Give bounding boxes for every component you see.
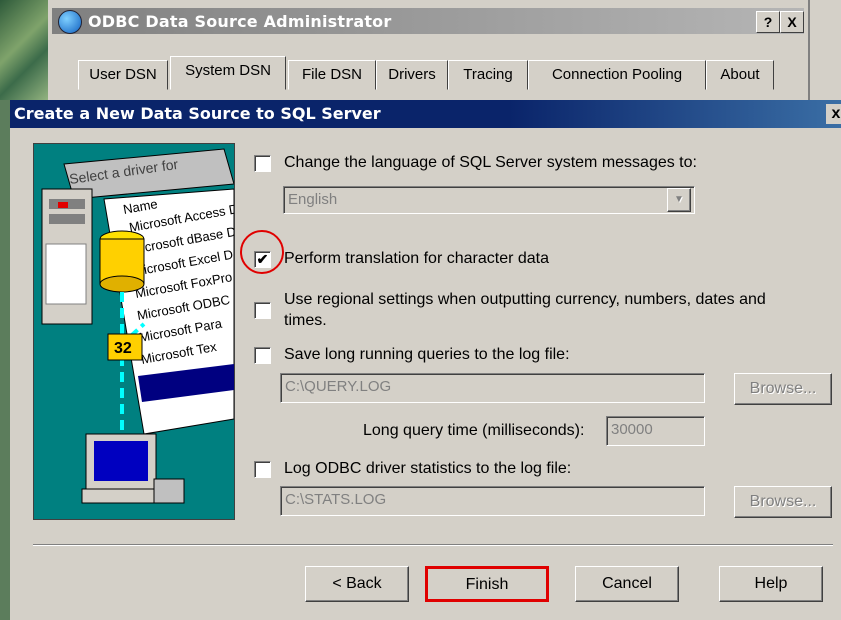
change-language-label: Change the language of SQL Server system…: [284, 154, 697, 171]
tab-system-dsn[interactable]: System DSN: [170, 56, 286, 90]
tab-user-dsn[interactable]: User DSN: [78, 60, 168, 90]
regional-settings-label-line2: times.: [284, 312, 327, 329]
back-button[interactable]: < Back: [305, 566, 409, 602]
tab-tracing[interactable]: Tracing: [448, 60, 528, 90]
change-language-checkbox[interactable]: [254, 155, 271, 172]
wizard-illustration-graphic: Select a driver for Name Microsoft Acces…: [41, 148, 234, 504]
long-query-time-label: Long query time (milliseconds):: [363, 422, 585, 439]
log-stats-checkbox[interactable]: [254, 461, 271, 478]
tab-file-dsn[interactable]: File DSN: [288, 60, 376, 90]
language-select[interactable]: English: [283, 186, 695, 214]
help-button-dialog[interactable]: Help: [719, 566, 823, 602]
save-long-queries-label: Save long running queries to the log fil…: [284, 346, 570, 363]
perform-translation-label: Perform translation for character data: [284, 250, 550, 267]
odbc-globe-icon: [58, 10, 82, 34]
regional-settings-checkbox[interactable]: [254, 302, 271, 319]
language-value: English: [288, 191, 338, 208]
dialog-title: Create a New Data Source to SQL Server: [14, 104, 381, 123]
perform-translation-checkbox[interactable]: ✔: [254, 251, 271, 268]
wizard-illustration: Select a driver for Name Microsoft Acces…: [33, 143, 235, 520]
tab-about[interactable]: About: [706, 60, 774, 90]
query-log-path-input[interactable]: C:\QUERY.LOG: [280, 373, 705, 403]
tab-connection-pooling[interactable]: Connection Pooling: [528, 60, 706, 90]
badge-32: 32: [114, 340, 132, 357]
chevron-down-icon[interactable]: ▼: [667, 188, 691, 212]
odbc-admin-title: ODBC Data Source Administrator: [88, 12, 392, 31]
help-button[interactable]: ?: [756, 11, 780, 33]
long-query-time-input[interactable]: 30000: [606, 416, 705, 446]
log-stats-label: Log ODBC driver statistics to the log fi…: [284, 460, 572, 477]
desktop-background-strip: [0, 100, 10, 620]
finish-button[interactable]: Finish: [425, 566, 549, 602]
cancel-button[interactable]: Cancel: [575, 566, 679, 602]
stats-log-path-input[interactable]: C:\STATS.LOG: [280, 486, 705, 516]
save-long-queries-checkbox[interactable]: [254, 347, 271, 364]
stats-log-browse-button[interactable]: Browse...: [734, 486, 832, 518]
close-button[interactable]: X: [780, 11, 804, 33]
regional-settings-label: Use regional settings when outputting cu…: [284, 291, 766, 308]
query-log-browse-button[interactable]: Browse...: [734, 373, 832, 405]
tab-drivers[interactable]: Drivers: [376, 60, 448, 90]
dialog-separator: [33, 544, 833, 546]
dialog-close-button[interactable]: x: [826, 104, 841, 124]
